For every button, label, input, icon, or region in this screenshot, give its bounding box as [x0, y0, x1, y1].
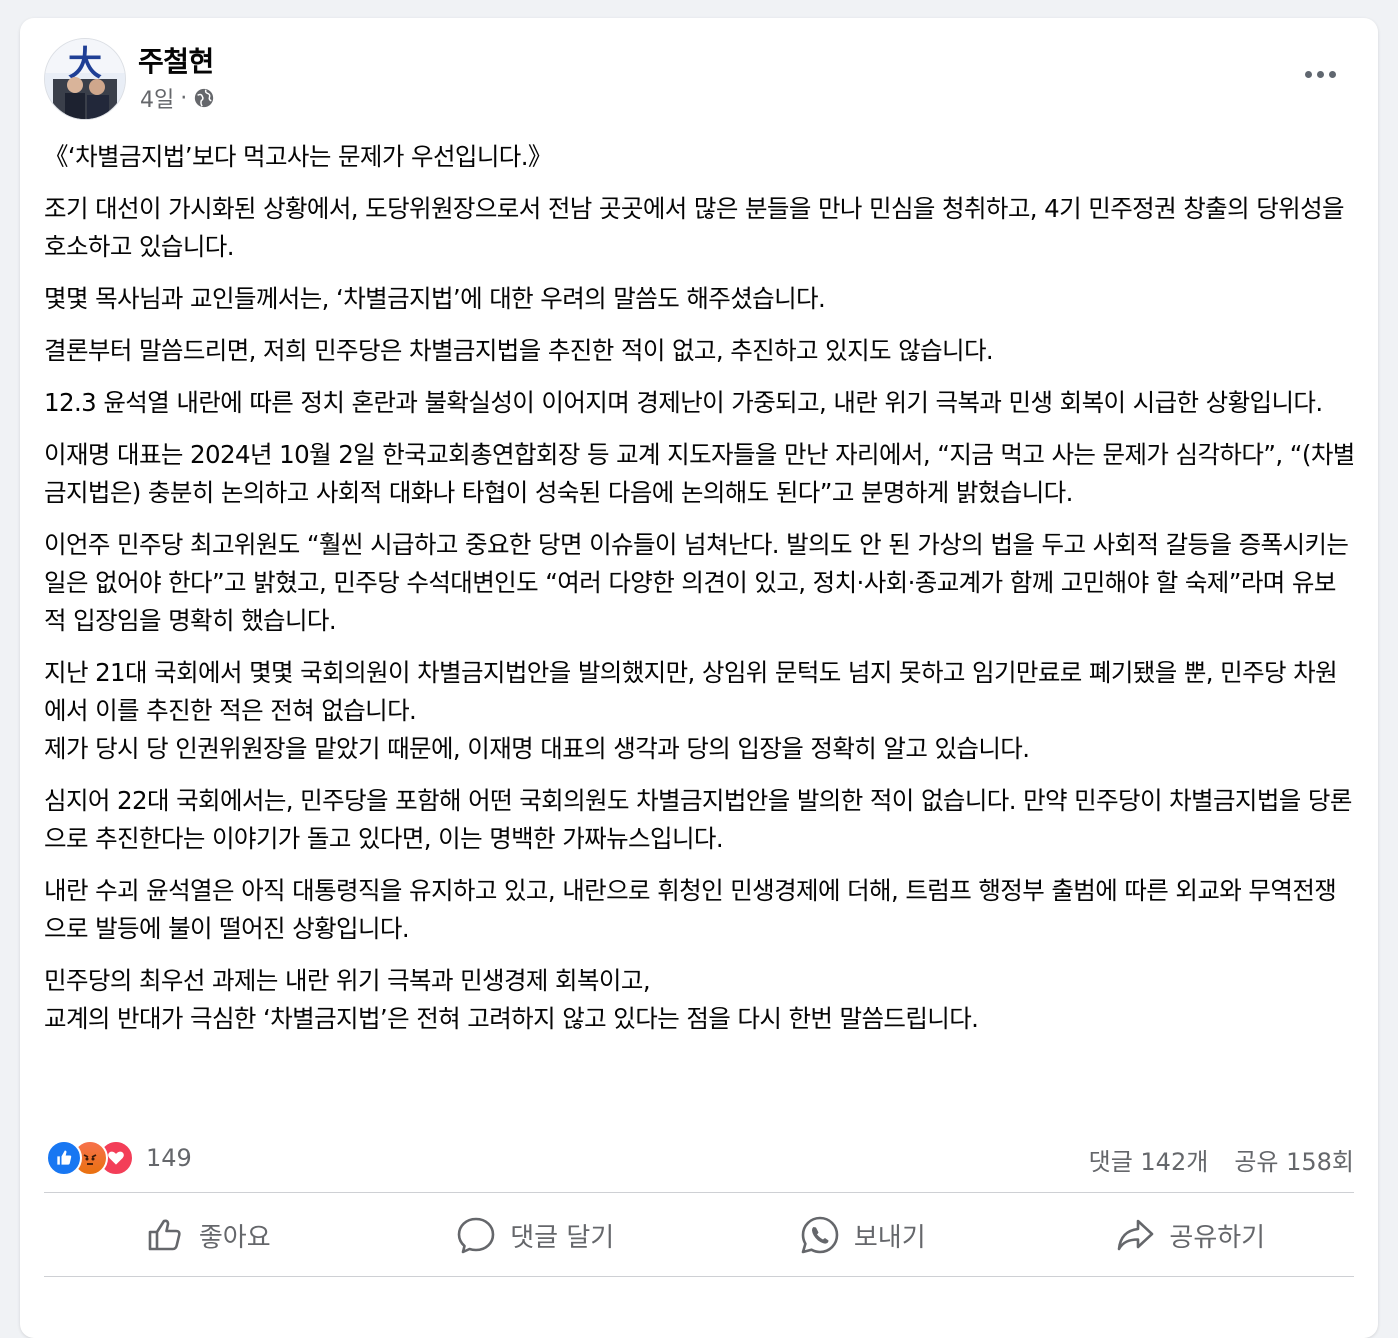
dot-icon — [1316, 70, 1324, 78]
post-stats: 댓글 142개 공유 158회 — [1089, 1142, 1354, 1177]
thumbs-up-icon — [148, 1219, 181, 1251]
like-label: 좋아요 — [198, 1222, 271, 1253]
send-button[interactable]: 보내기 — [699, 1198, 1027, 1272]
author-name[interactable]: 주철현 — [138, 40, 214, 80]
divider — [44, 1192, 1354, 1193]
like-button[interactable]: 좋아요 — [44, 1198, 372, 1272]
whatsapp-icon — [801, 1216, 839, 1254]
meta-separator: · — [180, 85, 188, 111]
like-icon — [46, 1140, 82, 1176]
reactions-summary[interactable]: 149 — [46, 1140, 192, 1176]
post-time[interactable]: 4일 — [140, 82, 174, 114]
post-body: 《‘차별금지법’보다 먹고사는 문제가 우선입니다.》 조기 대선이 가시화된 … — [44, 138, 1356, 1052]
post-paragraph: 조기 대선이 가시화된 상황에서, 도당위원장으로서 전남 곳곳에서 많은 분들… — [44, 194, 1345, 261]
post-card: 大 주철현 4일 · 《‘차별금지법’보다 먹고사는 문제가 우선입니다.》 조… — [20, 18, 1378, 1338]
more-options-button[interactable] — [1292, 54, 1348, 94]
post-meta: 4일 · — [140, 82, 215, 114]
dot-icon — [1304, 70, 1312, 78]
reaction-count[interactable]: 149 — [146, 1144, 192, 1172]
action-bar: 좋아요 댓글 달기 보내기 공유하기 — [44, 1198, 1354, 1272]
comment-label: 댓글 달기 — [510, 1222, 615, 1253]
share-label: 공유하기 — [1169, 1222, 1266, 1253]
post-paragraph: 심지어 22대 국회에서는, 민주당을 포함해 어떤 국회의원도 차별금지법안을… — [44, 786, 1352, 853]
comment-icon — [457, 1217, 495, 1254]
divider — [44, 1276, 1354, 1277]
post-paragraph: 이언주 민주당 최고위원도 “훨씬 시급하고 중요한 당면 이슈들이 넘쳐난다.… — [44, 530, 1349, 635]
post-paragraph: 민주당의 최우선 과제는 내란 위기 극복과 민생경제 회복이고, 교계의 반대… — [44, 966, 979, 1033]
avatar[interactable]: 大 — [44, 38, 126, 120]
post-paragraph: 결론부터 말씀드리면, 저희 민주당은 차별금지법을 추진한 적이 없고, 추진… — [44, 336, 994, 365]
post-paragraph: 몇몇 목사님과 교인들께서는, ‘차별금지법’에 대한 우려의 말씀도 해주셨습… — [44, 284, 826, 313]
send-label: 보내기 — [853, 1222, 926, 1253]
comment-count[interactable]: 댓글 142개 — [1089, 1142, 1209, 1177]
post-paragraph: 이재명 대표는 2024년 10월 2일 한국교회총연합회장 등 교계 지도자들… — [44, 440, 1355, 507]
share-icon — [1118, 1219, 1154, 1251]
share-button[interactable]: 공유하기 — [1027, 1198, 1355, 1272]
post-paragraph: 내란 수괴 윤석열은 아직 대통령직을 유지하고 있고, 내란으로 휘청인 민생… — [44, 876, 1337, 943]
comment-button[interactable]: 댓글 달기 — [372, 1198, 700, 1272]
share-count[interactable]: 공유 158회 — [1234, 1142, 1354, 1177]
post-paragraph: 12.3 윤석열 내란에 따른 정치 혼란과 불확실성이 이어지며 경제난이 가… — [44, 388, 1323, 417]
post-paragraph: 《‘차별금지법’보다 먹고사는 문제가 우선입니다.》 — [44, 142, 552, 171]
dot-icon — [1328, 70, 1336, 78]
globe-icon — [193, 87, 215, 109]
post-paragraph: 지난 21대 국회에서 몇몇 국회의원이 차별금지법안을 발의했지만, 상임위 … — [44, 658, 1338, 763]
profile-photo: 大 — [45, 39, 125, 119]
